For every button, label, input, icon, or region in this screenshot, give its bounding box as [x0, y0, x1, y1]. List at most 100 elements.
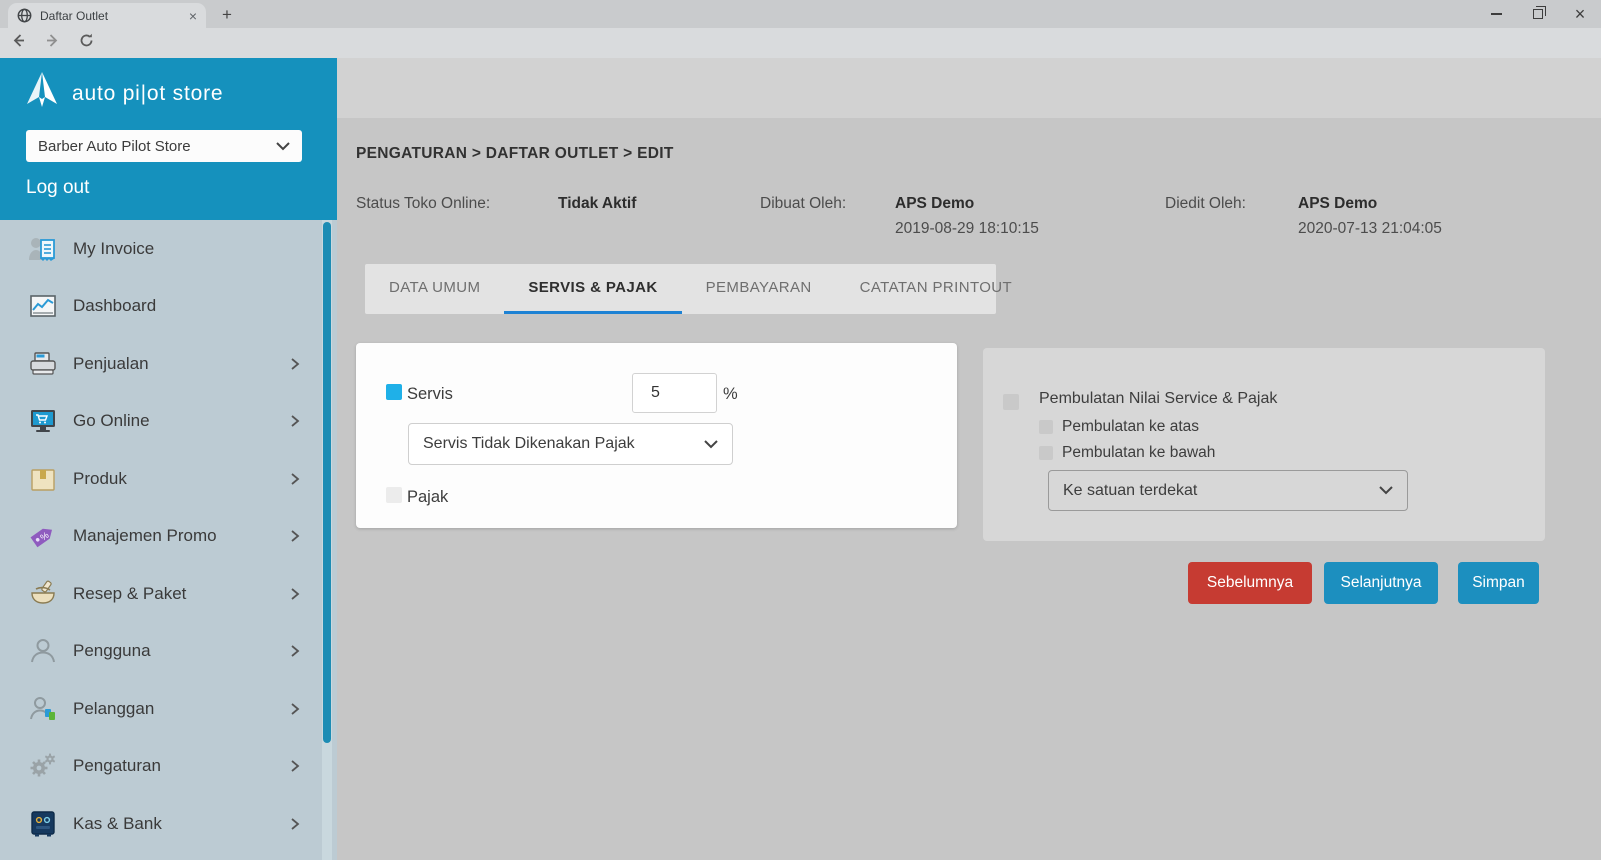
brand-name: auto pi|ot store — [72, 82, 223, 106]
rounding-checkbox[interactable] — [1003, 394, 1019, 410]
dashboard-icon — [26, 290, 60, 322]
promo-icon: % — [26, 520, 60, 552]
edited-by-label: Diedit Oleh: — [1165, 195, 1246, 213]
sidebar-item-label: Penjualan — [73, 354, 149, 374]
paper-plane-logo-icon — [24, 71, 60, 116]
brand-logo-row: auto pi|ot store — [24, 71, 223, 116]
browser-toolbar: development.autopilotstore.co.id/daftar_… — [0, 28, 1601, 58]
sidebar-item-label: Manajemen Promo — [73, 526, 217, 546]
sidebar-item-resep-paket[interactable]: Resep & Paket — [0, 565, 337, 623]
pajak-checkbox[interactable] — [386, 487, 402, 503]
chevron-right-icon — [289, 645, 301, 657]
rounding-down-label: Pembulatan ke bawah — [1062, 444, 1215, 462]
breadcrumb: PENGATURAN > DAFTAR OUTLET > EDIT — [356, 145, 674, 163]
restore-button[interactable] — [1517, 0, 1559, 28]
chevron-down-icon — [1379, 486, 1393, 495]
chevron-right-icon — [289, 703, 301, 715]
rounding-title: Pembulatan Nilai Service & Pajak — [1039, 390, 1277, 408]
sidebar-menu: My Invoice Dashboard Penjualan Go Online… — [0, 220, 337, 860]
sidebar-item-label: My Invoice — [73, 239, 154, 259]
sidebar-item-label: Pengguna — [73, 641, 151, 661]
forward-icon[interactable] — [44, 32, 61, 54]
sales-icon — [26, 348, 60, 380]
save-button[interactable]: Simpan — [1458, 562, 1539, 604]
sidebar-item-pengguna[interactable]: Pengguna — [0, 623, 337, 681]
service-tax-card: Servis % Servis Tidak Dikenakan Pajak Pa… — [356, 343, 957, 528]
rounding-up-checkbox[interactable] — [1039, 420, 1053, 434]
sidebar-item-label: Produk — [73, 469, 127, 489]
tab-title: Daftar Outlet — [40, 9, 181, 23]
sidebar-item-kas-bank[interactable]: Kas & Bank — [0, 795, 337, 853]
created-by-datetime: 2019-08-29 18:10:15 — [895, 220, 1039, 238]
user-icon — [26, 635, 60, 667]
browser-titlebar: Daftar Outlet × + × — [0, 0, 1601, 28]
sidebar-item-produk[interactable]: Produk — [0, 450, 337, 508]
sidebar-item-label: Pengaturan — [73, 756, 161, 776]
edited-by-datetime: 2020-07-13 21:04:05 — [1298, 220, 1442, 238]
settings-icon — [26, 750, 60, 782]
sidebar-item-pelanggan[interactable]: Pelanggan — [0, 680, 337, 738]
tab-data-umum[interactable]: DATA UMUM — [365, 264, 504, 314]
sidebar-item-label: Kas & Bank — [73, 814, 162, 834]
chevron-right-icon — [289, 588, 301, 600]
servis-percent-input[interactable] — [632, 373, 717, 413]
tab-bar: DATA UMUMSERVIS & PAJAKPEMBAYARANCATATAN… — [365, 264, 996, 314]
new-tab-button[interactable]: + — [214, 4, 240, 26]
product-icon — [26, 463, 60, 495]
percent-suffix: % — [723, 385, 738, 404]
chevron-down-icon — [276, 142, 290, 151]
sidebar-header: auto pi|ot store Barber Auto Pilot Store… — [0, 58, 337, 220]
back-icon[interactable] — [10, 32, 27, 54]
chevron-right-icon — [289, 760, 301, 772]
sidebar-item-go-online[interactable]: Go Online — [0, 393, 337, 451]
servis-label: Servis — [407, 385, 453, 404]
globe-favicon-icon — [17, 8, 32, 23]
previous-button[interactable]: Sebelumnya — [1188, 562, 1312, 604]
rounding-card: Pembulatan Nilai Service & Pajak Pembula… — [983, 348, 1545, 541]
tab-close-icon[interactable]: × — [189, 9, 197, 23]
recipe-icon — [26, 578, 60, 610]
close-window-button[interactable]: × — [1559, 0, 1601, 28]
sidebar: auto pi|ot store Barber Auto Pilot Store… — [0, 58, 337, 860]
status-toko-value: Tidak Aktif — [558, 195, 636, 213]
chevron-right-icon — [289, 473, 301, 485]
sidebar-item-label: Dashboard — [73, 296, 156, 316]
sidebar-item-label: Go Online — [73, 411, 150, 431]
restore-icon — [1533, 9, 1543, 19]
tab-pembayaran[interactable]: PEMBAYARAN — [682, 264, 836, 314]
reload-icon[interactable] — [78, 32, 95, 54]
next-button[interactable]: Selanjutnya — [1324, 562, 1438, 604]
minimize-button[interactable] — [1475, 0, 1517, 28]
outlet-selector-value: Barber Auto Pilot Store — [38, 138, 191, 155]
sidebar-item-manajemen-promo[interactable]: % Manajemen Promo — [0, 508, 337, 566]
go-online-icon — [26, 405, 60, 437]
servis-tax-select-value: Servis Tidak Dikenakan Pajak — [423, 435, 635, 453]
outlet-selector[interactable]: Barber Auto Pilot Store — [26, 130, 302, 162]
created-by-label: Dibuat Oleh: — [760, 195, 846, 213]
edited-by-name: APS Demo — [1298, 195, 1377, 213]
invoice-icon — [26, 233, 60, 265]
sidebar-item-my-invoice[interactable]: My Invoice — [0, 220, 337, 278]
chevron-right-icon — [289, 530, 301, 542]
chevron-right-icon — [289, 358, 301, 370]
main-top-band — [337, 58, 1601, 118]
sidebar-scrollbar-thumb[interactable] — [323, 222, 331, 743]
chevron-right-icon — [289, 818, 301, 830]
created-by-name: APS Demo — [895, 195, 974, 213]
tab-servis-pajak[interactable]: SERVIS & PAJAK — [504, 264, 681, 314]
sidebar-item-penjualan[interactable]: Penjualan — [0, 335, 337, 393]
browser-tab[interactable]: Daftar Outlet × — [8, 3, 206, 28]
chevron-down-icon — [704, 440, 718, 449]
sidebar-item-label: Pelanggan — [73, 699, 154, 719]
servis-checkbox[interactable] — [386, 384, 402, 400]
rounding-down-checkbox[interactable] — [1039, 446, 1053, 460]
sidebar-item-pengaturan[interactable]: Pengaturan — [0, 738, 337, 796]
tab-catatan-printout[interactable]: CATATAN PRINTOUT — [836, 264, 1037, 314]
browser-window: Daftar Outlet × + × development.autopilo… — [0, 0, 1601, 860]
logout-link[interactable]: Log out — [26, 177, 89, 199]
sidebar-item-label: Resep & Paket — [73, 584, 186, 604]
servis-tax-select[interactable]: Servis Tidak Dikenakan Pajak — [408, 423, 733, 465]
rounding-select-value: Ke satuan terdekat — [1063, 482, 1197, 500]
sidebar-item-dashboard[interactable]: Dashboard — [0, 278, 337, 336]
rounding-select[interactable]: Ke satuan terdekat — [1048, 470, 1408, 511]
